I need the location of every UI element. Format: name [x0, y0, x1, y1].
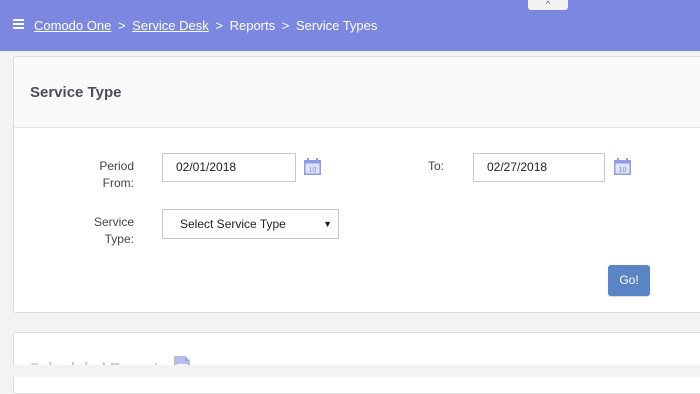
breadcrumb-separator: >: [215, 18, 223, 33]
collapse-header-tab[interactable]: ^: [528, 0, 568, 10]
service-type-panel: Service Type Period From: 02/01/2018 10 …: [13, 56, 700, 313]
hamburger-menu-icon[interactable]: [13, 19, 24, 30]
go-button[interactable]: Go!: [608, 265, 650, 296]
chevron-up-icon: ^: [545, 0, 551, 9]
caret-down-icon: ▼: [323, 219, 332, 229]
to-date-field[interactable]: 02/27/2018: [473, 153, 605, 182]
breadcrumb: Comodo One > Service Desk > Reports > Se…: [34, 18, 377, 33]
calendar-day: 10: [619, 167, 627, 174]
service-type-label: Service Type:: [93, 215, 134, 246]
screenshot-edge: [0, 365, 700, 377]
breadcrumb-reports: Reports: [229, 18, 276, 33]
to-label: To:: [427, 159, 444, 173]
calendar-icon[interactable]: 10: [304, 158, 321, 175]
page-title: Service Type: [30, 84, 122, 101]
breadcrumb-service-types: Service Types: [295, 18, 378, 33]
scheduled-reports-panel: Scheduled Reports: [13, 332, 700, 394]
period-from-label: Period From:: [99, 159, 134, 190]
breadcrumb-separator: >: [117, 18, 126, 33]
panel-header: Service Type: [14, 57, 700, 128]
service-type-selected: Select Service Type: [180, 217, 286, 231]
top-bar: Comodo One > Service Desk > Reports > Se…: [0, 0, 700, 51]
period-from-field[interactable]: 02/01/2018: [162, 153, 296, 182]
calendar-day: 10: [309, 167, 317, 174]
service-type-select[interactable]: Select Service Type ▼: [162, 209, 339, 239]
breadcrumb-comodo-one[interactable]: Comodo One: [34, 18, 111, 33]
calendar-icon[interactable]: 10: [614, 158, 631, 175]
breadcrumb-separator: >: [281, 18, 290, 33]
breadcrumb-service-desk[interactable]: Service Desk: [132, 18, 209, 33]
